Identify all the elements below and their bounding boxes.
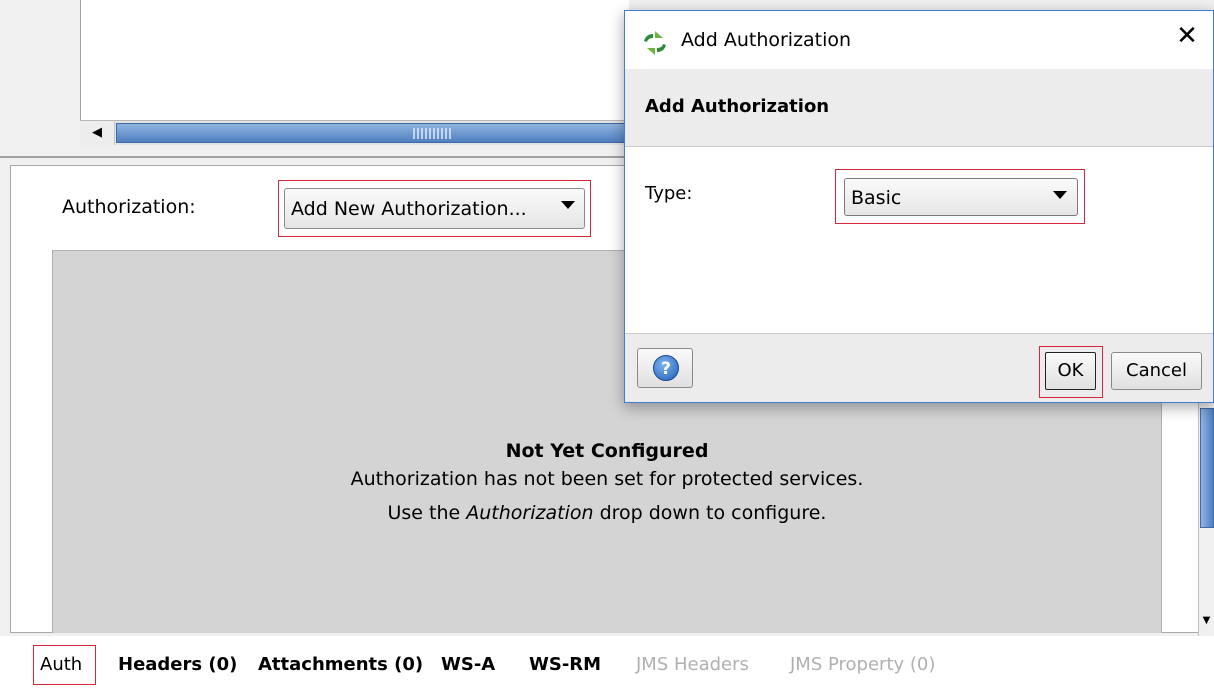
vertical-scrollbar[interactable]: ▼ [1198, 398, 1214, 638]
dialog-footer: ? OK Cancel [625, 333, 1213, 402]
tab-jms-property: JMS Property (0) [790, 654, 936, 675]
chevron-down-icon [561, 201, 575, 209]
chevron-down-icon [1053, 191, 1067, 199]
empty-state-hint: Use the Authorization drop down to confi… [52, 502, 1162, 524]
tab-attachments[interactable]: Attachments (0) [258, 654, 423, 675]
scroll-left-arrow-icon[interactable]: ◀ [80, 121, 115, 145]
dialog-header-title: Add Authorization [645, 96, 830, 117]
add-authorization-dialog: Add Authorization ✕ Add Authorization Ty… [624, 10, 1214, 403]
tab-ws-a[interactable]: WS-A [441, 654, 495, 675]
editor-text-area[interactable] [80, 0, 629, 120]
authorization-dropdown-value: Add New Authorization... [291, 198, 527, 220]
authorization-dropdown[interactable]: Add New Authorization... [284, 188, 585, 229]
horizontal-scrollbar[interactable]: ◀ [80, 120, 628, 145]
dialog-header: Add Authorization [625, 69, 1213, 147]
dialog-window-title: Add Authorization [681, 29, 852, 51]
help-icon: ? [653, 355, 679, 381]
hint-prefix: Use the [387, 502, 467, 524]
soapui-logo-icon [644, 31, 666, 55]
type-label: Type: [645, 183, 693, 204]
tab-ws-rm[interactable]: WS-RM [529, 654, 601, 675]
empty-state-title: Not Yet Configured [505, 440, 709, 462]
scroll-grip-icon [413, 128, 451, 139]
close-icon[interactable]: ✕ [1170, 19, 1204, 53]
authorization-label: Authorization: [62, 196, 196, 218]
hint-emphasis: Authorization [466, 502, 594, 524]
horizontal-scroll-thumb[interactable] [116, 123, 626, 143]
type-select-value: Basic [851, 187, 902, 209]
help-button[interactable]: ? [637, 348, 693, 388]
tab-jms-headers: JMS Headers [636, 654, 749, 675]
dialog-body: Type: Basic [625, 147, 1213, 333]
ok-button[interactable]: OK [1045, 352, 1096, 390]
dialog-titlebar[interactable]: Add Authorization ✕ [625, 11, 1213, 69]
scroll-down-arrow-icon[interactable]: ▼ [1199, 610, 1214, 632]
empty-state-message: Authorization has not been set for prote… [350, 468, 864, 490]
tab-auth[interactable]: Auth [40, 654, 82, 675]
type-select[interactable]: Basic [844, 178, 1078, 216]
hint-suffix: drop down to configure. [593, 502, 827, 524]
tab-headers[interactable]: Headers (0) [118, 654, 237, 675]
vertical-scroll-thumb[interactable] [1200, 408, 1214, 528]
cancel-button[interactable]: Cancel [1111, 352, 1202, 390]
